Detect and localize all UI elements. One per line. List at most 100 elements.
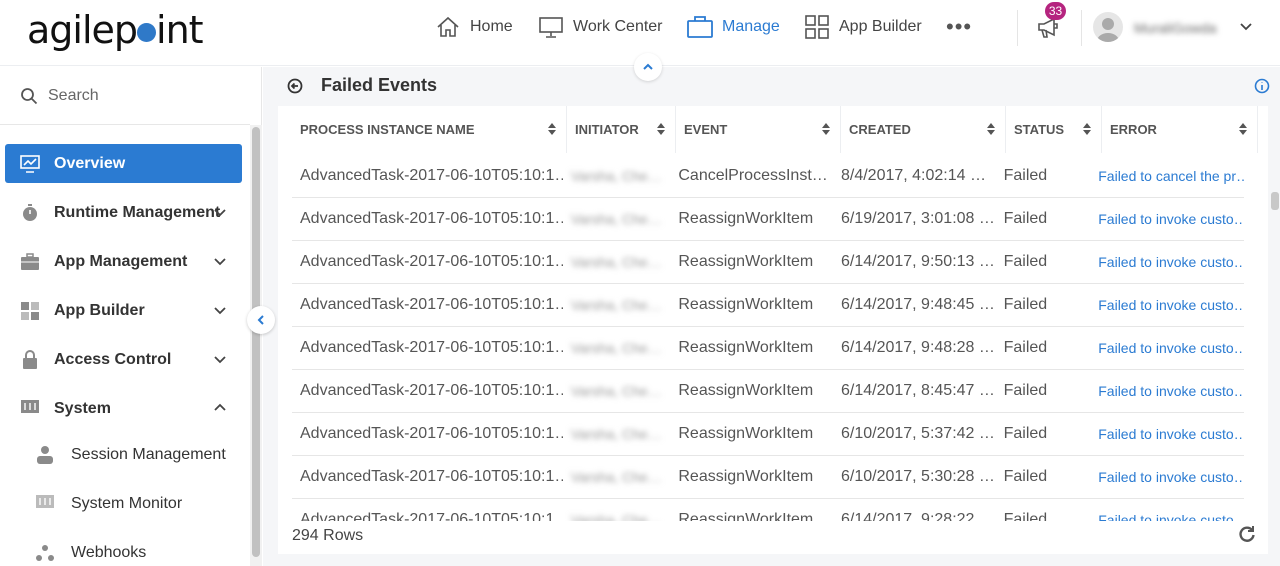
chevron-down-icon[interactable] (1238, 18, 1254, 34)
nav-app-builder[interactable]: App Builder (804, 14, 922, 40)
table-scrollbar[interactable] (1270, 192, 1280, 522)
table-cell: ReassignWorkItem (678, 339, 814, 356)
sort-icon[interactable] (822, 123, 830, 135)
table-cell: ReassignWorkItem (678, 382, 814, 399)
sort-icon[interactable] (548, 123, 556, 135)
table-cell: AdvancedTask-2017-06-10T05:10:1… (300, 382, 563, 399)
session-user-icon (37, 446, 53, 464)
error-link[interactable]: Failed to invoke custo… (1090, 370, 1244, 412)
table-row[interactable]: AdvancedTask-2017-06-10T05:10:1… Varsha, … (292, 413, 1244, 456)
column-header[interactable]: EVENT (676, 106, 841, 153)
refresh-icon[interactable] (1238, 525, 1256, 543)
table-row[interactable]: AdvancedTask-2017-06-10T05:10:1… Varsha, … (292, 241, 1244, 284)
error-link[interactable]: Failed to invoke custo… (1090, 327, 1244, 369)
sidebar-scroll-thumb[interactable] (252, 127, 260, 557)
table-cell: Failed (1003, 339, 1048, 356)
sidebar-item-overview[interactable]: Overview (5, 144, 242, 183)
column-header-label: ERROR (1110, 122, 1157, 137)
monitor-icon (539, 17, 563, 38)
table-cell: 8/4/2017, 4:02:14 … (840, 167, 986, 184)
column-header[interactable]: CREATED (841, 106, 1006, 153)
sidebar-item-label: Runtime Management (54, 203, 221, 221)
error-link[interactable]: Failed to invoke custo… (1090, 456, 1244, 498)
error-link[interactable]: Failed to invoke custo… (1090, 284, 1244, 326)
home-icon (437, 16, 459, 37)
collapse-header-button[interactable] (634, 53, 662, 81)
table-row[interactable]: AdvancedTask-2017-06-10T05:10:1… Varsha, … (292, 499, 1244, 521)
table-cell: AdvancedTask-2017-06-10T05:10:1… (300, 210, 563, 227)
table-cell: ReassignWorkItem (678, 210, 814, 227)
sidebar-scrollbar[interactable] (250, 125, 262, 566)
table-row[interactable]: AdvancedTask-2017-06-10T05:10:1… Varsha, … (292, 155, 1244, 198)
table-cell: ReassignWorkItem (678, 468, 814, 485)
sidebar-item-label: Access Control (54, 350, 172, 368)
table-cell: 6/14/2017, 9:50:13 … (840, 253, 995, 270)
search-input[interactable]: Search (48, 87, 99, 105)
table-body: AdvancedTask-2017-06-10T05:10:1… Varsha, … (292, 155, 1244, 521)
table-cell: 6/14/2017, 8:45:47 … (840, 382, 995, 399)
column-header-label: STATUS (1014, 122, 1065, 137)
table-cell: 6/14/2017, 9:48:45 … (840, 296, 995, 313)
sidebar-subitem-webhooks[interactable]: Webhooks (35, 543, 146, 563)
more-menu-button[interactable]: ••• (946, 14, 972, 40)
chevron-up-icon (643, 63, 653, 70)
briefcase-icon (687, 16, 713, 38)
error-link[interactable]: Failed to cancel the pr… (1090, 155, 1244, 197)
error-link[interactable]: Failed to invoke custo… (1090, 413, 1244, 455)
nav-work-center[interactable]: Work Center (538, 14, 663, 40)
column-header[interactable]: STATUS (1006, 106, 1102, 153)
table-cell: ReassignWorkItem (678, 296, 814, 313)
sort-icon[interactable] (657, 123, 665, 135)
table-cell: AdvancedTask-2017-06-10T05:10:1… (300, 167, 563, 184)
table-cell: AdvancedTask-2017-06-10T05:10:1… (300, 253, 563, 270)
table-row[interactable]: AdvancedTask-2017-06-10T05:10:1… Varsha, … (292, 370, 1244, 413)
table-row[interactable]: AdvancedTask-2017-06-10T05:10:1… Varsha, … (292, 456, 1244, 499)
page-header: Failed Events (287, 75, 437, 96)
user-name[interactable]: MuraliGowda (1134, 20, 1216, 36)
sidebar-subitem-session-management[interactable]: Session Management (35, 445, 226, 465)
table-cell: AdvancedTask-2017-06-10T05:10:1… (300, 425, 563, 442)
failed-events-table: PROCESS INSTANCE NAME INITIATOR EVENT CREAT… (278, 106, 1279, 554)
table-cell: Failed (1003, 296, 1048, 313)
sidebar-subitem-system-monitor[interactable]: System Monitor (35, 494, 182, 514)
sidebar-item-app-builder[interactable]: App Builder (5, 291, 242, 330)
table-row[interactable]: AdvancedTask-2017-06-10T05:10:1… Varsha, … (292, 198, 1244, 241)
column-header[interactable]: INITIATOR (567, 106, 676, 153)
notification-badge: 33 (1045, 2, 1066, 20)
error-link[interactable]: Failed to invoke custo… (1090, 499, 1244, 521)
table-row[interactable]: AdvancedTask-2017-06-10T05:10:1… Varsha, … (292, 284, 1244, 327)
toolbox-icon (21, 252, 39, 270)
table-cell: 6/10/2017, 5:37:42 … (840, 425, 995, 442)
sidebar-item-app-management[interactable]: App Management (5, 242, 242, 281)
collapse-sidebar-button[interactable] (247, 306, 275, 334)
sidebar-item-access-control[interactable]: Access Control (5, 340, 242, 379)
table-row[interactable]: AdvancedTask-2017-06-10T05:10:1… Varsha, … (292, 327, 1244, 370)
table-cell: ReassignWorkItem (678, 511, 814, 521)
sidebar-item-system[interactable]: System (5, 389, 242, 428)
error-link[interactable]: Failed to invoke custo… (1090, 241, 1244, 283)
sort-icon[interactable] (1239, 123, 1247, 135)
nav-home[interactable]: Home (435, 14, 513, 40)
agilepoint-logo[interactable]: agilep int (27, 8, 204, 52)
row-count: 294 Rows (292, 527, 364, 544)
error-link[interactable]: Failed to invoke custo… (1090, 198, 1244, 240)
chevron-down-icon (214, 307, 226, 315)
table-cell: AdvancedTask-2017-06-10T05:10:1… (300, 339, 563, 356)
table-cell: 6/19/2017, 3:01:08 … (840, 210, 995, 227)
app-grid-icon (21, 301, 39, 320)
sort-icon[interactable] (1083, 123, 1091, 135)
timer-icon (23, 203, 37, 221)
back-arrow-icon[interactable] (287, 78, 303, 94)
column-header[interactable]: PROCESS INSTANCE NAME (292, 106, 567, 153)
avatar[interactable] (1093, 12, 1123, 42)
sidebar: Search Overview Runtime Management App M… (0, 67, 262, 566)
chevron-down-icon (214, 209, 226, 217)
column-header[interactable]: ERROR (1102, 106, 1258, 153)
table-cell: Varsha, Che… (570, 297, 662, 313)
nav-manage[interactable]: Manage (687, 14, 780, 40)
sidebar-item-runtime-management[interactable]: Runtime Management (5, 193, 242, 232)
sidebar-search[interactable]: Search (0, 67, 250, 125)
info-icon[interactable] (1254, 78, 1270, 94)
sort-icon[interactable] (987, 123, 995, 135)
table-scroll-thumb[interactable] (1271, 192, 1279, 210)
